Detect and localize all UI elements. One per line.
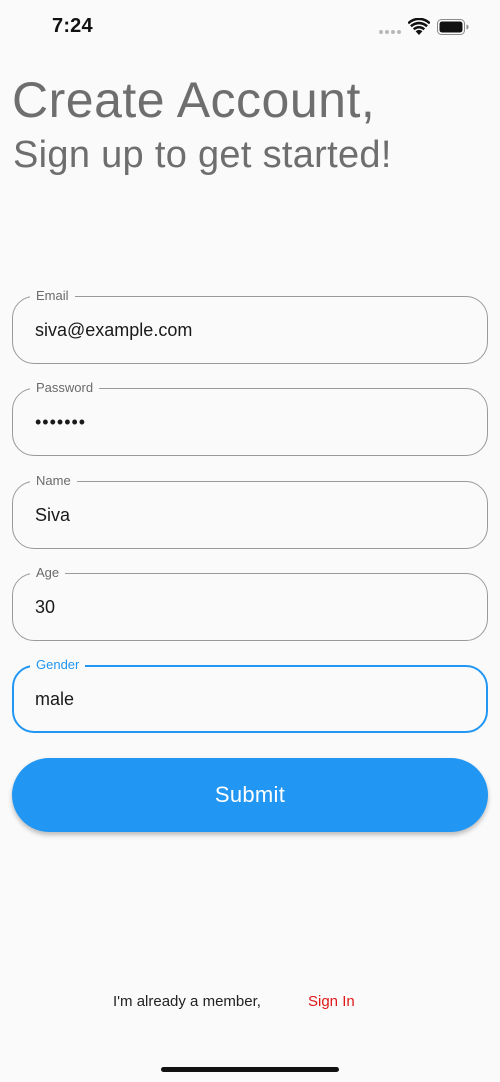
home-indicator[interactable] [161, 1067, 339, 1072]
wifi-icon [408, 18, 430, 35]
page-subtitle: Sign up to get started! [13, 134, 392, 176]
status-bar: 7:24 [0, 0, 500, 56]
age-value: 30 [35, 597, 56, 617]
age-label: Age [30, 564, 66, 582]
password-label: Password [30, 379, 100, 397]
status-time: 7:24 [52, 15, 93, 37]
submit-button[interactable]: Submit [12, 758, 488, 832]
sign-in-link[interactable]: Sign In [308, 992, 355, 1012]
email-value: siva@example.com [35, 320, 193, 340]
page-title: Create Account, [12, 72, 376, 128]
name-label: Name [30, 472, 77, 490]
email-label: Email [30, 287, 75, 305]
gender-value: male [35, 689, 75, 709]
name-field[interactable]: Name Siva [12, 472, 488, 549]
password-value: ••••••• [35, 412, 87, 432]
gender-label: Gender [30, 656, 86, 674]
password-field[interactable]: Password ••••••• [12, 379, 488, 456]
member-text: I'm already a member, [113, 993, 261, 1010]
name-value: Siva [35, 505, 71, 525]
age-field[interactable]: Age 30 [12, 564, 488, 641]
email-field[interactable]: Email siva@example.com [12, 287, 488, 364]
gender-field[interactable]: Gender male [12, 656, 488, 733]
battery-icon [437, 19, 469, 35]
cellular-dots-icon [379, 30, 401, 36]
